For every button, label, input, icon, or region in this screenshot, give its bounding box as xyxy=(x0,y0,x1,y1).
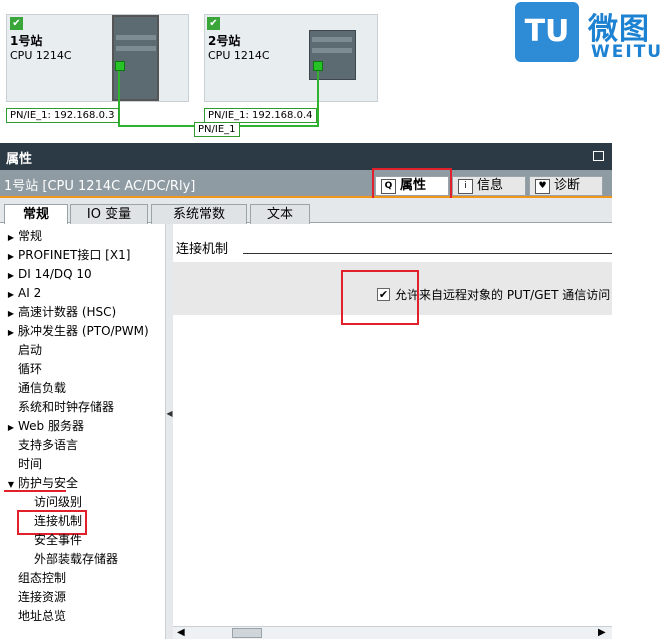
put-get-checkbox-label: 允许来自远程对象的 PUT/GET 通信访问 xyxy=(395,288,611,302)
nav-item-label: 常规 xyxy=(18,229,43,243)
nav-item-label: 地址总览 xyxy=(18,609,67,623)
nav-item-label: PROFINET接口 [X1] xyxy=(18,248,131,262)
nav-item-label: 连接资源 xyxy=(18,590,67,604)
nav-item-label: 安全事件 xyxy=(34,533,83,547)
tab-diagnostics-label: 诊断 xyxy=(554,178,581,193)
section-title: 连接机制 xyxy=(176,242,229,257)
plc-1-port[interactable] xyxy=(115,61,125,71)
check-icon: ✔ xyxy=(207,17,220,30)
expand-arrow-icon: ▶ xyxy=(7,423,15,432)
station-1-name: 1号站 xyxy=(10,34,43,48)
nav-item[interactable]: 通信负载 xyxy=(0,379,164,398)
object-name: 1号站 [CPU 1214C AC/DC/Rly] xyxy=(4,179,196,194)
scroll-thumb[interactable] xyxy=(232,628,262,638)
tab-io-tags[interactable]: IO 变量 xyxy=(70,204,148,224)
tab-info[interactable]: i 信息 xyxy=(452,176,526,196)
nav-item-label: 脉冲发生器 (PTO/PWM) xyxy=(18,324,149,338)
subnet-label[interactable]: PN/IE_1 xyxy=(194,122,240,137)
tab-system-constants[interactable]: 系统常数 xyxy=(151,204,247,224)
expand-arrow-icon: ▶ xyxy=(7,233,15,242)
nav-item[interactable]: 连接资源 xyxy=(0,588,164,607)
plc-2-strip xyxy=(312,37,352,42)
nav-item-label: 高速计数器 (HSC) xyxy=(18,305,117,319)
scroll-right-icon[interactable]: ▶ xyxy=(598,627,606,638)
nav-item-label: DI 14/DQ 10 xyxy=(18,267,92,281)
info-icon: i xyxy=(458,179,473,194)
properties-titlebar: 属性 xyxy=(0,143,612,170)
nav-item[interactable]: 支持多语言 xyxy=(0,436,164,455)
expand-arrow-icon: ▶ xyxy=(7,290,15,299)
splitter[interactable] xyxy=(166,224,173,639)
nav-item[interactable]: ▶ 脉冲发生器 (PTO/PWM) xyxy=(0,322,164,341)
logo-text-en: WEITU xyxy=(591,42,664,62)
dock-icon[interactable] xyxy=(593,151,604,161)
expand-arrow-icon: ▶ xyxy=(7,252,15,261)
nav-item[interactable]: 安全事件 xyxy=(0,531,164,550)
plc-2-strip xyxy=(312,48,352,53)
nav-item[interactable]: ▶ DI 14/DQ 10 xyxy=(0,265,164,284)
tab-diagnostics[interactable]: ♥ 诊断 xyxy=(529,176,603,196)
nav-item-label: Web 服务器 xyxy=(18,419,84,433)
expand-arrow-icon: ▶ xyxy=(7,328,15,337)
plc-2-port[interactable] xyxy=(313,61,323,71)
nav-item-label: 组态控制 xyxy=(18,571,67,585)
nav-item-label: 系统和时钟存储器 xyxy=(18,400,115,414)
nav-item-label: 防护与安全 xyxy=(18,476,79,490)
nav-item[interactable]: ▶ AI 2 xyxy=(0,284,164,303)
station-2-name: 2号站 xyxy=(208,34,241,48)
nav-item[interactable]: 启动 xyxy=(0,341,164,360)
diagnostics-icon: ♥ xyxy=(535,179,550,194)
tab-info-label: 信息 xyxy=(477,178,504,193)
logo-mark-icon: TU xyxy=(524,14,570,49)
nav-item[interactable]: ▶ 高速计数器 (HSC) xyxy=(0,303,164,322)
nav-item[interactable]: ▶ Web 服务器 xyxy=(0,417,164,436)
plc-1-strip xyxy=(116,35,156,40)
nav-item-label: 通信负载 xyxy=(18,381,67,395)
nav-item-label: 时间 xyxy=(18,457,43,471)
nav-item-label: 循环 xyxy=(18,362,43,376)
check-icon: ✔ xyxy=(10,17,23,30)
nav-item-label: 访问级别 xyxy=(34,495,83,509)
nav-item[interactable]: 地址总览 xyxy=(0,607,164,626)
section-divider xyxy=(243,253,612,254)
nav-item-label: 启动 xyxy=(18,343,43,357)
nav-item[interactable]: 系统和时钟存储器 xyxy=(0,398,164,417)
nav-item[interactable]: 循环 xyxy=(0,360,164,379)
nav-item[interactable]: ▶ 常规 xyxy=(0,227,164,246)
expand-arrow-icon: ▶ xyxy=(7,271,15,280)
network-line xyxy=(317,71,319,127)
splitter-arrow-icon[interactable]: ◀ xyxy=(166,408,173,420)
weitu-logo: TU xyxy=(515,2,579,62)
highlight-box xyxy=(372,168,452,202)
tab-texts[interactable]: 文本 xyxy=(250,204,310,224)
red-underline xyxy=(4,490,66,492)
nav-item-label: AI 2 xyxy=(18,286,42,300)
nav-item[interactable]: 组态控制 xyxy=(0,569,164,588)
station-2-address: PN/IE_1: 192.168.0.4 xyxy=(204,108,317,123)
plc-1-strip xyxy=(116,46,156,51)
tab-general[interactable]: 常规 xyxy=(4,204,68,225)
properties-title: 属性 xyxy=(6,152,33,167)
nav-item[interactable]: 时间 xyxy=(0,455,164,474)
nav-item[interactable]: ▶ PROFINET接口 [X1] xyxy=(0,246,164,265)
scroll-left-icon[interactable]: ◀ xyxy=(177,627,185,638)
nav-item[interactable]: 外部装载存储器 xyxy=(0,550,164,569)
station-1-cpu: CPU 1214C xyxy=(10,49,72,62)
expand-arrow-icon: ▶ xyxy=(7,309,15,318)
station-1-address: PN/IE_1: 192.168.0.3 xyxy=(6,108,119,123)
nav-item-label: 外部装载存储器 xyxy=(34,552,119,566)
station-2-cpu: CPU 1214C xyxy=(208,49,270,62)
nav-item-label: 支持多语言 xyxy=(18,438,79,452)
highlight-box xyxy=(341,270,419,325)
